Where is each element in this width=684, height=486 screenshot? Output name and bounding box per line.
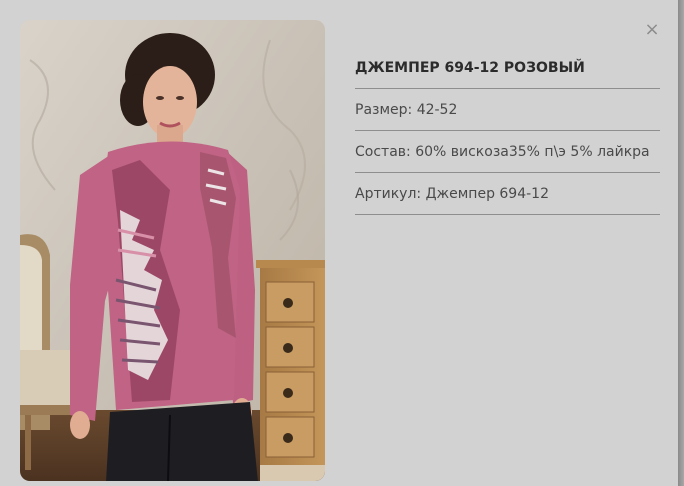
product-composition: Состав: 60% вискоза35% п\э 5% лайкра <box>355 131 660 173</box>
product-title: ДЖЕМПЕР 694-12 РОЗОВЫЙ <box>355 48 660 89</box>
product-modal: ДЖЕМПЕР 694-12 РОЗОВЫЙ Размер: 42-52 Сос… <box>0 0 678 486</box>
background-overlay-edge <box>678 0 684 486</box>
product-article: Артикул: Джемпер 694-12 <box>355 173 660 215</box>
close-icon[interactable]: × <box>644 20 660 40</box>
product-info: ДЖЕМПЕР 694-12 РОЗОВЫЙ Размер: 42-52 Сос… <box>355 48 660 215</box>
product-photo <box>20 20 325 481</box>
product-size: Размер: 42-52 <box>355 89 660 131</box>
